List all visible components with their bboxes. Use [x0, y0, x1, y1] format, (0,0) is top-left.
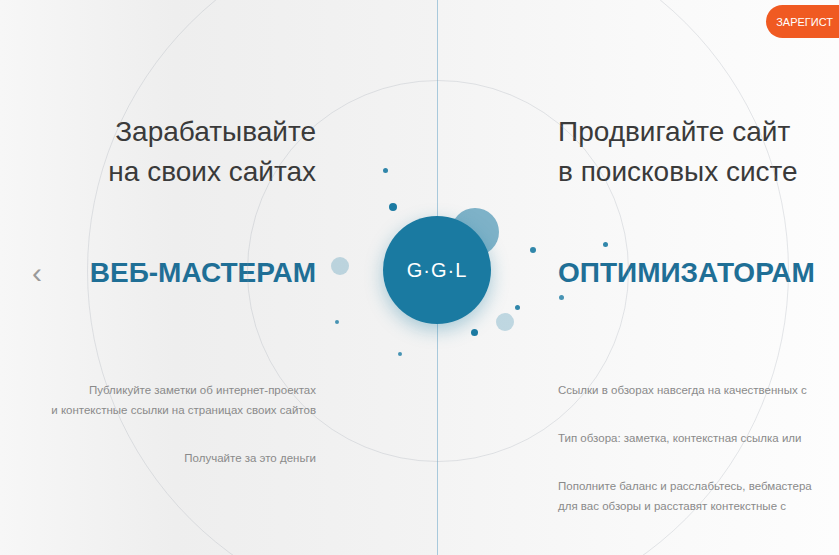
- landing-page: Зарабатывайтена своих сайтах ‹ ВЕБ-МАСТЕРА…: [0, 0, 839, 555]
- decor-dot: [383, 168, 388, 173]
- decor-dot: [559, 295, 564, 300]
- decor-dot: [335, 320, 339, 324]
- column-description: Ссылки в обзорах навсегда на качественны…: [558, 380, 839, 516]
- register-button[interactable]: ЗАРЕГИСТ: [766, 5, 839, 38]
- decor-dot: [603, 242, 608, 247]
- ggl-logo[interactable]: G·G·L: [383, 216, 491, 324]
- description-paragraph: Публикуйте заметки об интернет-проектахи…: [0, 380, 316, 420]
- column-heading: Продвигайте сайтв поисковых систе: [558, 112, 839, 192]
- decor-dot: [471, 329, 478, 336]
- decor-dot: [331, 257, 349, 275]
- description-paragraph: Получайте за это деньги: [0, 448, 316, 468]
- decor-dot: [515, 305, 520, 310]
- left-column: Зарабатывайтена своих сайтах ‹ ВЕБ-МАСТЕРА…: [0, 0, 438, 555]
- decor-dot: [389, 203, 397, 211]
- right-column: Продвигайте сайтв поисковых систе ОПТИМИЗ…: [438, 0, 839, 555]
- column-description: Публикуйте заметки об интернет-проектахи…: [0, 380, 316, 468]
- audience-title[interactable]: ОПТИМИЗАТОРАМ: [558, 254, 815, 292]
- description-paragraph: Пополните баланс и расслабьтесь, вебмаст…: [558, 476, 839, 516]
- prev-arrow-icon[interactable]: ‹: [32, 254, 42, 292]
- column-heading: Зарабатывайтена своих сайтах: [0, 112, 316, 192]
- description-paragraph: Тип обзора: заметка, контекстная ссылка …: [558, 428, 839, 448]
- description-paragraph: Ссылки в обзорах навсегда на качественны…: [558, 380, 839, 400]
- decor-dot: [496, 313, 514, 331]
- audience-title[interactable]: ВЕБ-МАСТЕРАМ: [90, 254, 316, 292]
- title-row: ‹ ВЕБ-МАСТЕРАМ: [0, 254, 316, 292]
- decor-dot: [530, 247, 536, 253]
- decor-dot: [398, 352, 402, 356]
- title-row: ОПТИМИЗАТОРАМ: [558, 254, 839, 292]
